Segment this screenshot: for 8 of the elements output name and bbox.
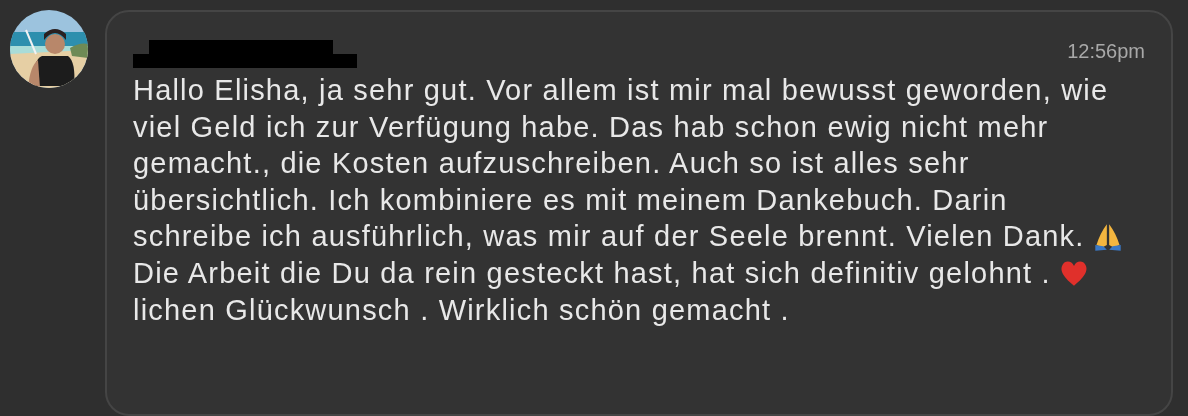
- message-text-line: lichen Glückwunsch . Wirklich schön gemacht .: [133, 292, 790, 328]
- timestamp: 12:56pm: [1067, 39, 1145, 64]
- message-text-line: übersichtlich. Ich kombiniere es mit meinem Dankebuch. Darin: [133, 182, 1008, 218]
- message-text-line: gemacht., die Kosten aufzuschreiben. Auch so ist alles sehr: [133, 146, 970, 182]
- message-text-line: Hallo Elisha, ja sehr gut. Vor allem ist mir mal bewusst geworden, wie: [133, 73, 1109, 108]
- message-text-line: Die Arbeit die Du da rein gesteckt hast, hat sich definitiv gelohnt .: [133, 255, 1051, 291]
- message-text-line: schreibe ich ausführlich, was mir auf der Seele brennt. Vielen Dank.: [133, 219, 1085, 255]
- message-text-line: viel Geld ich zur Verfügung habe. Das hab schon ewig nicht mehr: [133, 109, 1049, 145]
